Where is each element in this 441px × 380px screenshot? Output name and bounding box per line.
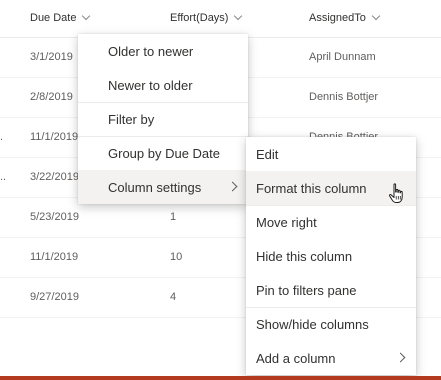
hand-pointer-icon bbox=[388, 183, 403, 203]
menu-item-edit[interactable]: Edit bbox=[246, 137, 416, 171]
menu-item-label: Edit bbox=[256, 146, 279, 162]
menu-item-label: Show/hide columns bbox=[256, 317, 369, 332]
accent-bar bbox=[0, 376, 441, 380]
menu-item-column-settings[interactable]: Column settings bbox=[78, 170, 248, 204]
menu-item-label: Filter by bbox=[108, 112, 155, 127]
column-header-label: Effort(Days) bbox=[170, 12, 229, 24]
menu-item-label: Newer to older bbox=[108, 77, 193, 93]
due-date-cell: 3/22/2019 bbox=[30, 171, 79, 183]
menu-item-add-a-column[interactable]: Add a column bbox=[246, 341, 416, 375]
column-header-label: AssignedTo bbox=[309, 12, 366, 24]
effort-cell: 4 bbox=[170, 291, 177, 303]
menu-item-label: Hide this column bbox=[256, 248, 353, 264]
menu-item-newer-to-older[interactable]: Newer to older bbox=[78, 68, 248, 102]
assigned-to-cell[interactable]: April Dunnam bbox=[309, 51, 376, 63]
assigned-to-cell[interactable]: Dennis Bottjer bbox=[309, 91, 378, 103]
chevron-down-icon bbox=[234, 11, 243, 21]
effort-cell: 10 bbox=[170, 251, 183, 263]
due-date-cell: 11/1/2019 bbox=[30, 251, 79, 263]
menu-item-label: Group by Due Date bbox=[108, 146, 221, 161]
menu-item-group-by-due-date[interactable]: Group by Due Date bbox=[78, 136, 248, 170]
effort-cell: 1 bbox=[170, 211, 177, 223]
chevron-down-icon bbox=[371, 11, 381, 21]
list-header: Due Date Effort(Days) AssignedTo bbox=[0, 0, 441, 38]
column-header-menu: Older to newer Newer to older Filter by … bbox=[78, 34, 248, 204]
due-date-cell: 2/8/2019 bbox=[30, 91, 73, 103]
menu-item-label: Format this column bbox=[256, 180, 367, 196]
menu-item-label: Add a column bbox=[256, 350, 336, 366]
menu-item-hide-this-column[interactable]: Hide this column bbox=[246, 239, 416, 273]
menu-item-label: Pin to filters pane bbox=[256, 282, 357, 298]
menu-item-older-to-newer[interactable]: Older to newer bbox=[78, 34, 248, 68]
due-date-cell: 5/23/2019 bbox=[30, 211, 79, 223]
column-header-due-date[interactable]: Due Date bbox=[30, 11, 91, 24]
column-settings-submenu: Edit Format this column Move right Hide … bbox=[246, 137, 416, 375]
column-header-effort[interactable]: Effort(Days) bbox=[170, 11, 243, 24]
menu-item-label: Move right bbox=[256, 215, 317, 230]
menu-item-label: Column settings bbox=[108, 179, 202, 195]
due-date-cell: 9/27/2019 bbox=[30, 291, 79, 303]
chevron-right-icon bbox=[395, 352, 406, 363]
menu-item-filter-by[interactable]: Filter by bbox=[78, 102, 248, 136]
row-marker: . bbox=[0, 131, 4, 143]
chevron-down-icon bbox=[82, 11, 91, 21]
column-header-assigned-to[interactable]: AssignedTo bbox=[309, 11, 381, 24]
row-marker: .. bbox=[0, 171, 7, 183]
due-date-cell: 11/1/2019 bbox=[30, 131, 79, 143]
menu-item-move-right[interactable]: Move right bbox=[246, 205, 416, 239]
menu-item-pin-to-filters-pane[interactable]: Pin to filters pane bbox=[246, 273, 416, 307]
column-header-label: Due Date bbox=[30, 12, 77, 24]
menu-item-label: Older to newer bbox=[108, 43, 194, 59]
chevron-right-icon bbox=[227, 181, 238, 192]
menu-item-show-hide-columns[interactable]: Show/hide columns bbox=[246, 307, 416, 341]
due-date-cell: 3/1/2019 bbox=[30, 51, 73, 63]
